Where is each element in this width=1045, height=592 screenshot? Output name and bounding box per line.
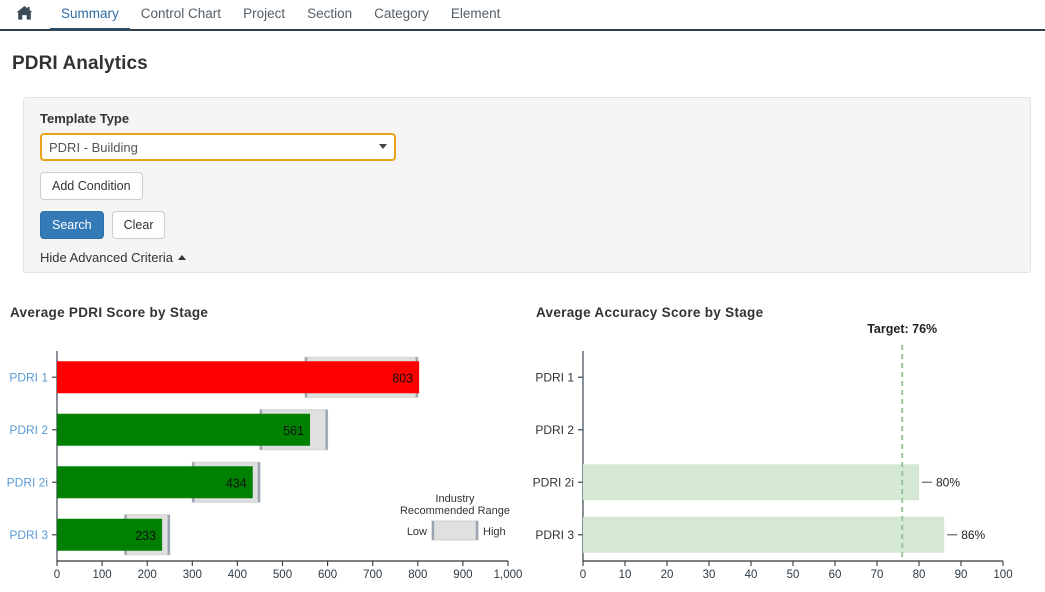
bar-pdri-3[interactable] (583, 516, 945, 553)
bars: 80% 86% (583, 464, 986, 553)
legend-title-line1: Industry (435, 493, 475, 505)
x-tick-label: 20 (661, 569, 674, 581)
x-tick-label: 0 (54, 569, 60, 581)
x-axis-ticks: 0 100 200 300 400 500 600 700 800 900 1,000 (54, 561, 523, 581)
y-axis-label-pdri-2: PDRI 2 (535, 423, 574, 437)
hide-advanced-criteria-label: Hide Advanced Criteria (40, 250, 173, 265)
plot-accuracy-score: 0 10 20 30 40 50 60 70 80 90 100 PDRI 1 PDRI 2 PDRI … (525, 293, 1045, 592)
clear-button[interactable]: Clear (111, 211, 166, 239)
legend-high-label: High (483, 526, 506, 538)
y-axis-label-pdri-2i: PDRI 2i (533, 475, 574, 489)
x-tick-label: 60 (829, 569, 842, 581)
nav-item-summary[interactable]: Summary (50, 7, 130, 31)
action-buttons-row: Search Clear (40, 211, 1014, 239)
x-tick-label: 70 (871, 569, 884, 581)
bar-value-label: 561 (283, 424, 304, 438)
x-tick-label: 700 (363, 569, 382, 581)
x-axis-ticks: 0 10 20 30 40 50 60 70 80 90 100 (580, 561, 1013, 581)
search-button[interactable]: Search (40, 211, 104, 239)
bar-pdri-2[interactable] (57, 413, 311, 446)
search-criteria-panel: Template Type PDRI - Building Add Condit… (23, 97, 1031, 273)
x-tick-label: 0 (580, 569, 586, 581)
bars: 803 561 434 233 (57, 361, 420, 551)
x-tick-label: 800 (408, 569, 427, 581)
page-title: PDRI Analytics (12, 53, 148, 74)
nav-item-category[interactable]: Category (363, 7, 440, 29)
x-tick-label: 600 (318, 569, 337, 581)
target-label: Target: 76% (867, 322, 937, 336)
legend-range-swatch (431, 520, 479, 541)
bar-pdri-1[interactable] (57, 361, 420, 394)
charts-area: Average PDRI Score by Stage 0 100 200 300 40… (0, 293, 1045, 592)
legend-title-line2: Recommended Range (400, 505, 510, 517)
y-axis-label-pdri-3: PDRI 3 (535, 528, 574, 542)
legend-low-label: Low (407, 526, 427, 538)
x-tick-label: 100 (93, 569, 112, 581)
plot-pdri-score: 0 100 200 300 400 500 600 700 800 900 1,000 PDRI 1… (0, 293, 525, 592)
legend-industry-recommended-range: Industry Recommended Range Low High (400, 493, 510, 541)
add-condition-button[interactable]: Add Condition (40, 172, 143, 200)
y-axis-ticks: PDRI 1 PDRI 2 PDRI 2i PDRI 3 (7, 370, 57, 542)
top-navbar: Summary Control Chart Project Section Ca… (0, 0, 1045, 31)
x-tick-label: 40 (745, 569, 758, 581)
add-condition-row: Add Condition (40, 172, 1014, 200)
x-tick-label: 50 (787, 569, 800, 581)
x-tick-label: 100 (993, 569, 1012, 581)
y-axis-label-pdri-3[interactable]: PDRI 3 (9, 528, 48, 542)
bar-value-label: 80% (936, 475, 960, 489)
template-type-label: Template Type (40, 111, 130, 126)
x-tick-label: 500 (273, 569, 292, 581)
chart-average-pdri-score-by-stage: Average PDRI Score by Stage 0 100 200 300 40… (0, 293, 525, 592)
y-axis-label-pdri-2[interactable]: PDRI 2 (9, 423, 48, 437)
y-axis-label-pdri-1: PDRI 1 (535, 370, 574, 384)
nav-item-section[interactable]: Section (296, 7, 363, 29)
x-tick-label: 200 (138, 569, 157, 581)
template-type-select-wrapper: PDRI - Building (40, 133, 396, 161)
nav-item-element[interactable]: Element (440, 7, 512, 29)
y-axis-label-pdri-2i[interactable]: PDRI 2i (7, 475, 48, 489)
x-tick-label: 400 (228, 569, 247, 581)
x-tick-label: 30 (703, 569, 716, 581)
nav-item-project[interactable]: Project (232, 7, 296, 29)
hide-advanced-criteria-link[interactable]: Hide Advanced Criteria (40, 250, 186, 265)
nav-item-control-chart[interactable]: Control Chart (130, 7, 232, 29)
bar-value-label: 233 (135, 529, 156, 543)
x-tick-label: 90 (955, 569, 968, 581)
x-tick-label: 80 (913, 569, 926, 581)
x-tick-label: 300 (183, 569, 202, 581)
home-icon[interactable] (10, 0, 38, 27)
bar-value-label: 803 (392, 371, 413, 385)
x-tick-label: 900 (453, 569, 472, 581)
bar-value-label: 434 (226, 476, 247, 490)
chart-average-accuracy-score-by-stage: Average Accuracy Score by Stage 0 10 20 30 4… (525, 293, 1045, 592)
y-axis-label-pdri-1[interactable]: PDRI 1 (9, 370, 48, 384)
y-axis-ticks: PDRI 1 PDRI 2 PDRI 2i PDRI 3 (533, 370, 583, 542)
bar-pdri-2i[interactable] (57, 466, 253, 499)
chevron-up-icon (177, 255, 186, 260)
bar-value-label: 86% (961, 528, 985, 542)
x-tick-label: 10 (619, 569, 632, 581)
template-type-select[interactable]: PDRI - Building (40, 133, 396, 161)
x-tick-label: 1,000 (494, 569, 523, 581)
bar-pdri-2i[interactable] (583, 464, 919, 501)
